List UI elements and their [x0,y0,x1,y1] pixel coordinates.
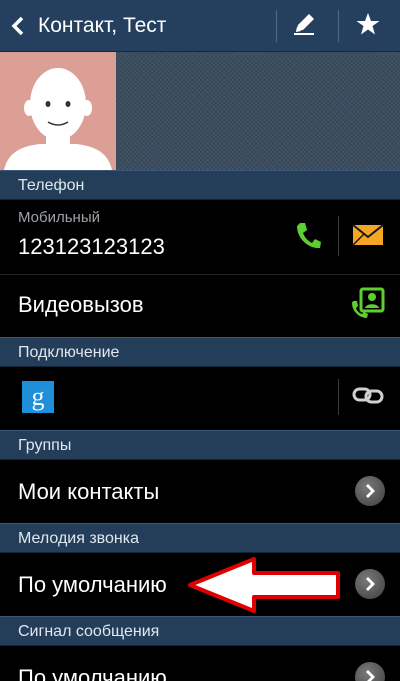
annotation-arrow-icon [184,555,344,615]
chevron-right-icon[interactable] [355,476,385,506]
divider [338,216,339,256]
section-title: Группы [18,437,72,454]
chevron-right-icon[interactable] [355,569,385,599]
back-chevron-icon[interactable] [8,12,30,40]
link-button[interactable] [350,381,386,413]
section-header-connection: Подключение [0,337,400,367]
google-account-icon[interactable]: g [22,381,54,413]
link-icon [352,385,384,410]
section-header-ringtone: Мелодия звонка [0,523,400,553]
avatar[interactable] [0,52,116,170]
call-button[interactable] [290,220,326,254]
video-call-row[interactable]: Видеовызов [0,275,400,335]
connection-row[interactable]: g [0,367,400,427]
envelope-icon [352,223,384,251]
video-call-icon [351,287,385,324]
section-title: Сигнал сообщения [18,623,160,640]
favorite-button[interactable] [348,10,388,42]
phone-icon [295,221,321,254]
star-icon [355,11,381,42]
contact-photo-area [0,52,400,170]
message-button[interactable] [350,220,386,254]
edit-button[interactable] [284,10,324,42]
divider [276,10,277,42]
divider [338,10,339,42]
section-header-message-signal: Сигнал сообщения [0,616,400,646]
ringtone-value: По умолчанию [18,572,167,597]
video-call-button[interactable] [350,287,386,323]
groups-value: Мои контакты [18,479,160,504]
phone-number[interactable]: 123123123123 [18,234,165,260]
section-title: Телефон [18,177,85,194]
phone-row[interactable]: Мобильный 123123123123 [0,200,400,274]
video-call-label: Видеовызов [18,292,144,317]
section-title: Мелодия звонка [18,530,139,547]
section-header-phone: Телефон [0,170,400,200]
message-signal-row[interactable]: По умолчанию [0,646,400,681]
section-title: Подключение [18,344,120,361]
divider [338,379,339,415]
section-header-groups: Группы [0,430,400,460]
pencil-icon [291,11,317,42]
groups-row[interactable]: Мои контакты [0,460,400,522]
page-title[interactable]: Контакт, Тест [38,14,166,38]
default-avatar-icon [4,68,112,170]
chevron-right-icon[interactable] [355,662,385,681]
action-bar: Контакт, Тест [0,0,400,52]
phone-type-label: Мобильный [18,209,100,226]
message-signal-value: По умолчанию [18,665,167,681]
